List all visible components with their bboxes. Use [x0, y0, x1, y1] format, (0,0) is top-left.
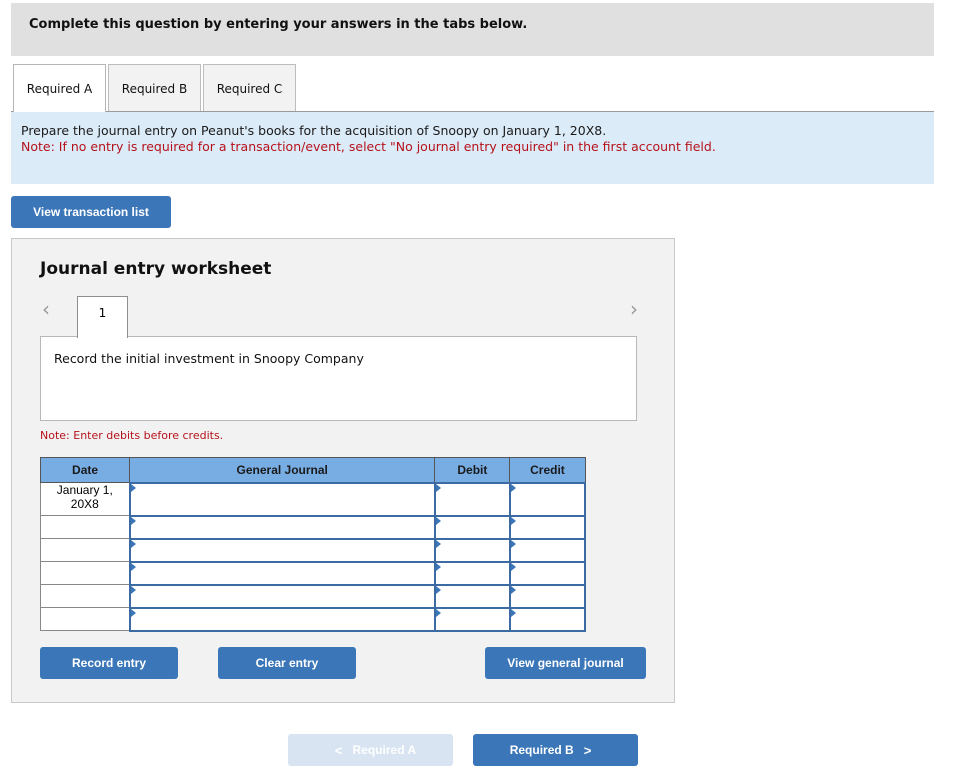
account-cell: [128, 560, 436, 586]
date-cell: [39, 561, 131, 585]
account-cell: [128, 481, 436, 517]
journal-row: [39, 606, 587, 632]
account-input[interactable]: [130, 585, 434, 607]
debit-input[interactable]: [435, 539, 509, 561]
entry-tab-1[interactable]: 1: [77, 296, 128, 338]
chevron-right-icon: >: [583, 742, 592, 758]
account-input[interactable]: [130, 562, 434, 584]
account-cell: [128, 606, 436, 632]
next-required-label: Required B: [509, 743, 574, 757]
account-cell: [128, 537, 436, 563]
account-input[interactable]: [130, 516, 434, 538]
instructions-bar: Complete this question by entering your …: [11, 3, 934, 56]
credit-input[interactable]: [510, 585, 584, 607]
credit-input[interactable]: [510, 562, 584, 584]
debit-input[interactable]: [435, 516, 509, 538]
debit-cell: [433, 537, 511, 563]
journal-row: [39, 514, 587, 540]
credit-cell: [508, 560, 587, 586]
record-entry-button[interactable]: Record entry: [40, 647, 178, 679]
instructions-text: Complete this question by entering your …: [29, 17, 528, 32]
date-cell: [39, 584, 131, 608]
debits-note: Note: Enter debits before credits.: [40, 429, 224, 442]
previous-required-label: Required A: [352, 743, 417, 757]
entry-description: Record the initial investment in Snoopy …: [54, 351, 364, 366]
view-transaction-list-button[interactable]: View transaction list: [11, 196, 171, 228]
date-cell: January 1, 20X8: [39, 482, 131, 516]
column-header-debit: Debit: [434, 457, 511, 483]
debit-cell: [433, 514, 511, 540]
prompt-note: Note: If no entry is required for a tran…: [21, 139, 716, 154]
worksheet-title: Journal entry worksheet: [40, 259, 272, 279]
account-input[interactable]: [130, 483, 434, 515]
account-cell: [128, 583, 436, 609]
debit-input[interactable]: [435, 585, 509, 607]
journal-table: Date General Journal Debit Credit Januar…: [39, 457, 587, 632]
tab-required-c[interactable]: Required C: [203, 64, 296, 112]
credit-cell: [508, 606, 587, 632]
credit-cell: [508, 481, 587, 517]
prompt-text: Prepare the journal entry on Peanut's bo…: [21, 123, 607, 138]
previous-required-button: < Required A: [288, 734, 453, 766]
credit-input[interactable]: [510, 539, 584, 561]
journal-row: [39, 537, 587, 563]
debit-cell: [433, 606, 511, 632]
next-required-button[interactable]: Required B >: [473, 734, 638, 766]
entry-description-box: Record the initial investment in Snoopy …: [40, 336, 637, 421]
account-cell: [128, 514, 436, 540]
tab-required-a[interactable]: Required A: [13, 64, 106, 113]
date-cell: [39, 515, 131, 539]
credit-cell: [508, 514, 587, 540]
chevron-left-icon[interactable]: ‹: [42, 299, 50, 319]
debit-cell: [433, 481, 511, 517]
column-header-credit: Credit: [509, 457, 586, 483]
journal-row: [39, 560, 587, 586]
credit-cell: [508, 537, 587, 563]
journal-row: January 1, 20X8: [39, 481, 587, 517]
credit-input[interactable]: [510, 608, 584, 630]
debit-input[interactable]: [435, 562, 509, 584]
journal-row: [39, 583, 587, 609]
column-header-date: Date: [39, 457, 131, 483]
debit-input[interactable]: [435, 608, 509, 630]
chevron-right-icon[interactable]: ›: [630, 299, 638, 319]
debit-cell: [433, 583, 511, 609]
date-cell: [39, 538, 131, 562]
debit-cell: [433, 560, 511, 586]
account-input[interactable]: [130, 608, 434, 630]
account-input[interactable]: [130, 539, 434, 561]
column-header-general-journal: General Journal: [129, 457, 436, 483]
journal-entry-worksheet: Journal entry worksheet ‹ › 1 Record the…: [11, 238, 675, 703]
clear-entry-button[interactable]: Clear entry: [218, 647, 356, 679]
view-general-journal-button[interactable]: View general journal: [485, 647, 646, 679]
credit-input[interactable]: [510, 483, 584, 515]
question-prompt: Prepare the journal entry on Peanut's bo…: [11, 112, 934, 184]
credit-cell: [508, 583, 587, 609]
date-cell: [39, 607, 131, 631]
tab-required-b[interactable]: Required B: [108, 64, 201, 112]
debit-input[interactable]: [435, 483, 509, 515]
journal-header-row: Date General Journal Debit Credit: [39, 457, 586, 483]
chevron-left-icon: <: [334, 742, 343, 758]
credit-input[interactable]: [510, 516, 584, 538]
